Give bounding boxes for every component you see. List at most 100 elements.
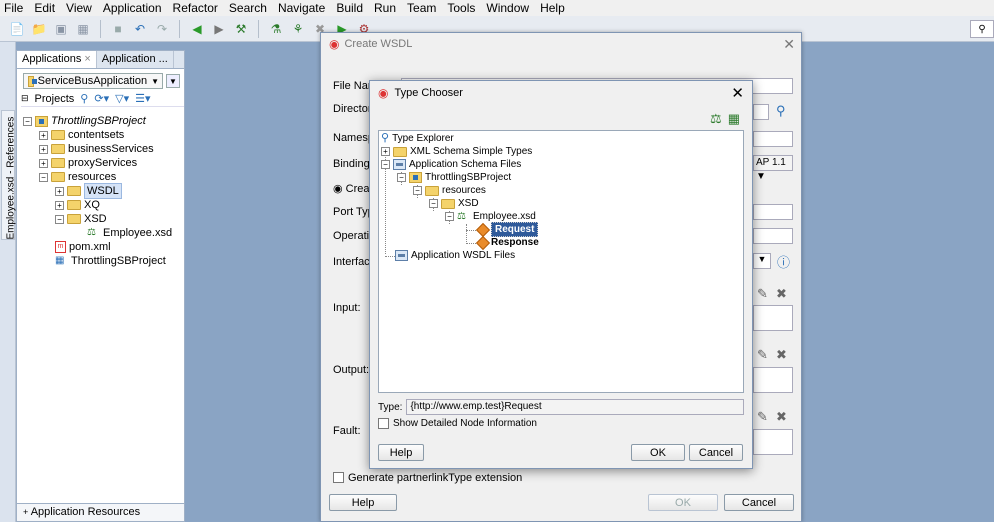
menu-run[interactable]: Run [370,0,403,16]
tree-node-xml-schema-simple-types[interactable]: + XML Schema Simple Types [381,145,532,158]
tree-node-xsd[interactable]: − XSD [429,197,479,210]
tree-node-resources[interactable]: − resources [413,184,486,197]
new-icon[interactable]: 📄 [8,20,26,38]
menu-build[interactable]: Build [332,0,370,16]
menu-tools[interactable]: Tools [443,0,482,16]
namespace-field[interactable] [753,131,793,147]
output-field[interactable] [753,367,793,393]
close-icon[interactable]: × [84,53,90,65]
tree-node-project[interactable]: − ThrottlingSBProject [23,114,146,128]
edit-icon[interactable]: ✎ [757,286,768,302]
forward-icon[interactable]: ▶ [210,20,228,38]
collapse-icon[interactable]: − [55,214,64,224]
collapse-icon[interactable]: ⊟ [21,93,29,104]
cancel-button[interactable]: Cancel [689,444,743,461]
tree-node-application-wsdl-files[interactable]: Application WSDL Files [395,249,515,262]
back-icon[interactable]: ◀ [188,20,206,38]
interface-select[interactable]: ▼ [753,253,771,269]
collapse-icon[interactable]: − [413,186,422,195]
build-icon[interactable]: ⚗ [267,20,285,38]
tree-node-project-file[interactable]: ▦ ThrottlingSBProject [55,254,166,268]
tab-applications[interactable]: Applications × [17,51,97,68]
binding-select[interactable]: AP 1.1 ▼ [753,155,793,182]
operation-field[interactable] [753,228,793,244]
port-type-field[interactable] [753,204,793,220]
tree-node-resources[interactable]: − resources [39,170,116,184]
edit-icon[interactable]: ✎ [757,347,768,363]
redo-icon[interactable]: ↷ [153,20,171,38]
tree-node-employee-xsd[interactable]: ⚖ Employee.xsd [87,226,172,240]
deploy-icon[interactable]: ⚒ [232,20,250,38]
expand-icon[interactable]: + [55,200,64,210]
tree-node-contentsets[interactable]: + contentsets [39,128,124,142]
delete-icon[interactable]: ✖ [776,347,787,363]
collapse-icon[interactable]: − [397,173,406,182]
expand-icon[interactable]: + [39,130,48,140]
fault-field[interactable] [753,429,793,455]
save-icon[interactable]: ▣ [52,20,70,38]
menu-application[interactable]: Application [99,0,169,16]
menu-window[interactable]: Window [482,0,536,16]
delete-icon[interactable]: ✖ [776,286,787,302]
menu-view[interactable]: View [62,0,99,16]
expand-icon[interactable]: + [39,158,48,168]
side-tab-references[interactable]: Employee.xsd - References [1,110,17,240]
tree-node-xq[interactable]: + XQ [55,198,100,212]
search-icon[interactable]: ⚲ [776,103,786,119]
menu-file[interactable]: File [0,0,30,16]
menu-team[interactable]: Team [403,0,443,16]
menu-search[interactable]: Search [225,0,274,16]
help-icon[interactable]: ⓘ [777,252,790,271]
tree-node-application-schema-files[interactable]: − Application Schema Files [381,158,521,171]
help-button[interactable]: Help [329,494,397,511]
menu-edit[interactable]: Edit [30,0,62,16]
edit-icon[interactable]: ✎ [757,409,768,425]
refresh-icon[interactable]: ⟳▾ [94,92,109,105]
tree-node-response[interactable]: Response [477,236,539,249]
rebuild-icon[interactable]: ⚘ [289,20,307,38]
tree-node-throttling-project[interactable]: − ThrottlingSBProject [397,171,511,184]
delete-icon[interactable]: ✖ [776,409,787,425]
expand-icon[interactable]: + [39,144,48,154]
tree-node-proxy-services[interactable]: + proxyServices [39,156,137,170]
tree-node-type-explorer[interactable]: ⚲ Type Explorer [381,132,454,145]
collapse-icon[interactable]: − [39,172,48,182]
tree-node-pom[interactable]: m pom.xml [55,240,111,254]
type-field[interactable]: {http://www.emp.test}Request [406,399,745,415]
cut-icon[interactable]: ■ [109,20,127,38]
collapse-icon[interactable]: − [445,212,454,221]
help-button[interactable]: Help [378,444,424,461]
search-icon[interactable]: ⚲ [970,20,994,38]
detail-checkbox[interactable] [378,418,389,429]
import-icon[interactable]: ▦ [728,111,740,127]
directory-field[interactable] [753,104,769,120]
expand-icon[interactable]: + [381,147,390,156]
options-icon[interactable]: ☰▾ [135,92,150,105]
filter-icon[interactable]: ▽▾ [115,92,129,105]
collapse-icon[interactable]: − [23,116,32,126]
input-field[interactable] [753,305,793,331]
ok-button[interactable]: OK [648,494,718,511]
application-resources-section[interactable]: + Application Resources [17,503,184,521]
menu-navigate[interactable]: Navigate [274,0,332,16]
hierarchy-icon[interactable]: ⚖ [710,111,722,127]
tree-node-business-services[interactable]: + businessServices [39,142,154,156]
create-radio[interactable]: ◉ Creat [333,182,373,195]
open-folder-icon[interactable]: 📁 [30,20,48,38]
ok-button[interactable]: OK [631,444,685,461]
undo-icon[interactable]: ↶ [131,20,149,38]
partnerlink-checkbox[interactable] [333,472,344,483]
menu-help[interactable]: Help [536,0,572,16]
expand-icon[interactable]: + [23,507,28,517]
close-icon[interactable]: ✕ [783,36,795,53]
tab-application-other[interactable]: Application ... [97,51,174,68]
tree-node-xsd[interactable]: − XSD [55,212,107,226]
tree-node-request[interactable]: Request [477,222,539,237]
expand-icon[interactable]: + [55,186,64,196]
collapse-icon[interactable]: − [429,199,438,208]
search-icon[interactable]: ⚲ [80,92,88,105]
application-menu-button[interactable]: ▼ [166,74,180,88]
save-all-icon[interactable]: ▦ [74,20,92,38]
menu-refactor[interactable]: Refactor [169,0,225,16]
close-icon[interactable]: ✕ [731,84,744,102]
